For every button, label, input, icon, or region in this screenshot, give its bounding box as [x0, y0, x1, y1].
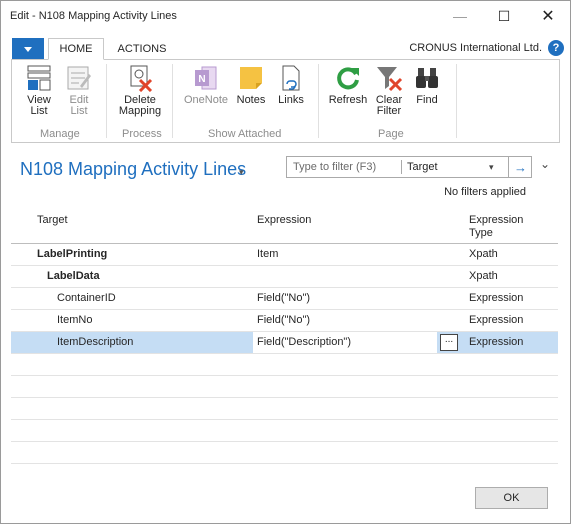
group-divider — [106, 64, 107, 138]
group-divider — [172, 64, 173, 138]
view-list-button[interactable]: View List — [20, 64, 58, 117]
empty-row — [11, 354, 558, 376]
links-label: Links — [278, 94, 304, 106]
table-row[interactable]: ContainerID Field("No") Expression — [11, 288, 558, 310]
filter-divider — [401, 160, 402, 174]
edit-list-label: Edit List — [69, 94, 89, 117]
minimize-button[interactable]: — — [438, 1, 482, 31]
tab-home[interactable]: HOME — [48, 38, 104, 60]
edit-list-button[interactable]: Edit List — [62, 64, 96, 117]
cell-target: ItemDescription — [57, 336, 134, 348]
filter-box: Type to filter (F3) Target ▾ → — [286, 156, 532, 178]
column-header-target[interactable]: Target — [37, 214, 68, 227]
table-row[interactable]: LabelData Xpath — [11, 266, 558, 288]
view-list-icon — [25, 64, 53, 92]
cell-target: LabelData — [47, 270, 100, 282]
refresh-label: Refresh — [328, 94, 368, 106]
title-bar: Edit - N108 Mapping Activity Lines — ☐ ✕ — [1, 1, 570, 31]
tab-actions[interactable]: ACTIONS — [108, 38, 176, 60]
group-process-label: Process — [122, 128, 162, 140]
collapse-chevron-icon[interactable]: ⌄ — [540, 157, 550, 171]
filter-input[interactable]: Type to filter (F3) — [287, 157, 399, 177]
refresh-icon — [334, 64, 362, 92]
delete-mapping-label: Delete Mapping — [118, 94, 162, 117]
column-header-expression-type[interactable]: Expression Type — [469, 214, 529, 240]
empty-row — [11, 398, 558, 420]
filter-field-dropdown-icon[interactable]: ▾ — [489, 157, 494, 177]
close-button[interactable]: ✕ — [526, 1, 570, 31]
cell-expression[interactable]: Field("No") — [257, 310, 310, 331]
group-divider — [456, 64, 457, 138]
empty-row — [11, 376, 558, 398]
onenote-label: OneNote — [183, 94, 229, 106]
cell-target: LabelPrinting — [37, 248, 108, 260]
group-divider — [318, 64, 319, 138]
help-icon[interactable]: ? — [548, 40, 564, 56]
table-row-selected[interactable]: ItemDescription Field("Description") ...… — [11, 332, 558, 354]
clear-filter-button[interactable]: Clear Filter — [372, 64, 406, 117]
edit-list-icon — [65, 64, 93, 92]
onenote-icon: N — [192, 64, 220, 92]
window-title: Edit - N108 Mapping Activity Lines — [10, 10, 177, 22]
view-list-label: View List — [27, 94, 51, 117]
cell-expression[interactable]: Field("Description") — [257, 332, 351, 353]
cell-expression[interactable]: Field("No") — [257, 288, 310, 309]
group-manage-label: Manage — [40, 128, 80, 140]
cell-expression-type[interactable]: Xpath — [469, 266, 498, 287]
menu-caret-icon — [24, 46, 32, 52]
cell-target: ItemNo — [57, 314, 93, 326]
find-label: Find — [416, 94, 438, 106]
ribbon-tab-row: HOME ACTIONS CRONUS International Ltd. ? — [1, 38, 570, 60]
ok-button[interactable]: OK — [475, 487, 548, 509]
apply-filter-arrow-icon[interactable]: → — [508, 157, 532, 177]
clear-filter-icon — [375, 64, 403, 92]
binoculars-icon — [413, 64, 441, 92]
assist-edit-button[interactable]: ... — [440, 334, 458, 351]
ribbon: View List Edit List Manage Delete Mappin… — [11, 59, 560, 143]
delete-mapping-icon — [126, 64, 154, 92]
lines-grid: Target Expression Expression Type LabelP… — [11, 208, 558, 464]
grid-header: Target Expression Expression Type — [11, 208, 558, 244]
cell-expression-type[interactable]: Expression — [469, 310, 523, 331]
maximize-button[interactable]: ☐ — [482, 1, 526, 31]
svg-text:N: N — [198, 74, 205, 85]
empty-row — [11, 442, 558, 464]
cell-expression-type[interactable]: Expression — [469, 332, 523, 353]
find-button[interactable]: Find — [410, 64, 444, 106]
filter-field-select[interactable]: Target — [407, 157, 438, 177]
table-row[interactable]: LabelPrinting Item Xpath — [11, 244, 558, 266]
notes-button[interactable]: Notes — [234, 64, 268, 106]
company-name[interactable]: CRONUS International Ltd. — [409, 42, 542, 54]
column-header-expression[interactable]: Expression — [257, 214, 311, 227]
clear-filter-label: Clear Filter — [375, 94, 403, 117]
cell-expression[interactable]: Item — [257, 244, 278, 265]
links-button[interactable]: Links — [274, 64, 308, 106]
cell-expression-type[interactable]: Xpath — [469, 244, 498, 265]
group-show-attached-label: Show Attached — [208, 128, 282, 140]
group-page-label: Page — [378, 128, 404, 140]
page-title: N108 Mapping Activity Lines — [20, 159, 247, 179]
table-row[interactable]: ItemNo Field("No") Expression — [11, 310, 558, 332]
links-icon — [277, 64, 305, 92]
app-menu-button[interactable] — [12, 38, 44, 60]
edit-window: Edit - N108 Mapping Activity Lines — ☐ ✕… — [0, 0, 571, 524]
cell-target: ContainerID — [57, 292, 116, 304]
notes-label: Notes — [236, 94, 266, 106]
cell-expression-type[interactable]: Expression — [469, 288, 523, 309]
notes-icon — [237, 64, 265, 92]
onenote-button[interactable]: N OneNote — [182, 64, 230, 106]
empty-row — [11, 420, 558, 442]
filter-status: No filters applied — [444, 186, 526, 198]
refresh-button[interactable]: Refresh — [326, 64, 370, 106]
delete-mapping-button[interactable]: Delete Mapping — [116, 64, 164, 117]
title-dropdown-icon[interactable]: ▾ — [239, 167, 244, 178]
